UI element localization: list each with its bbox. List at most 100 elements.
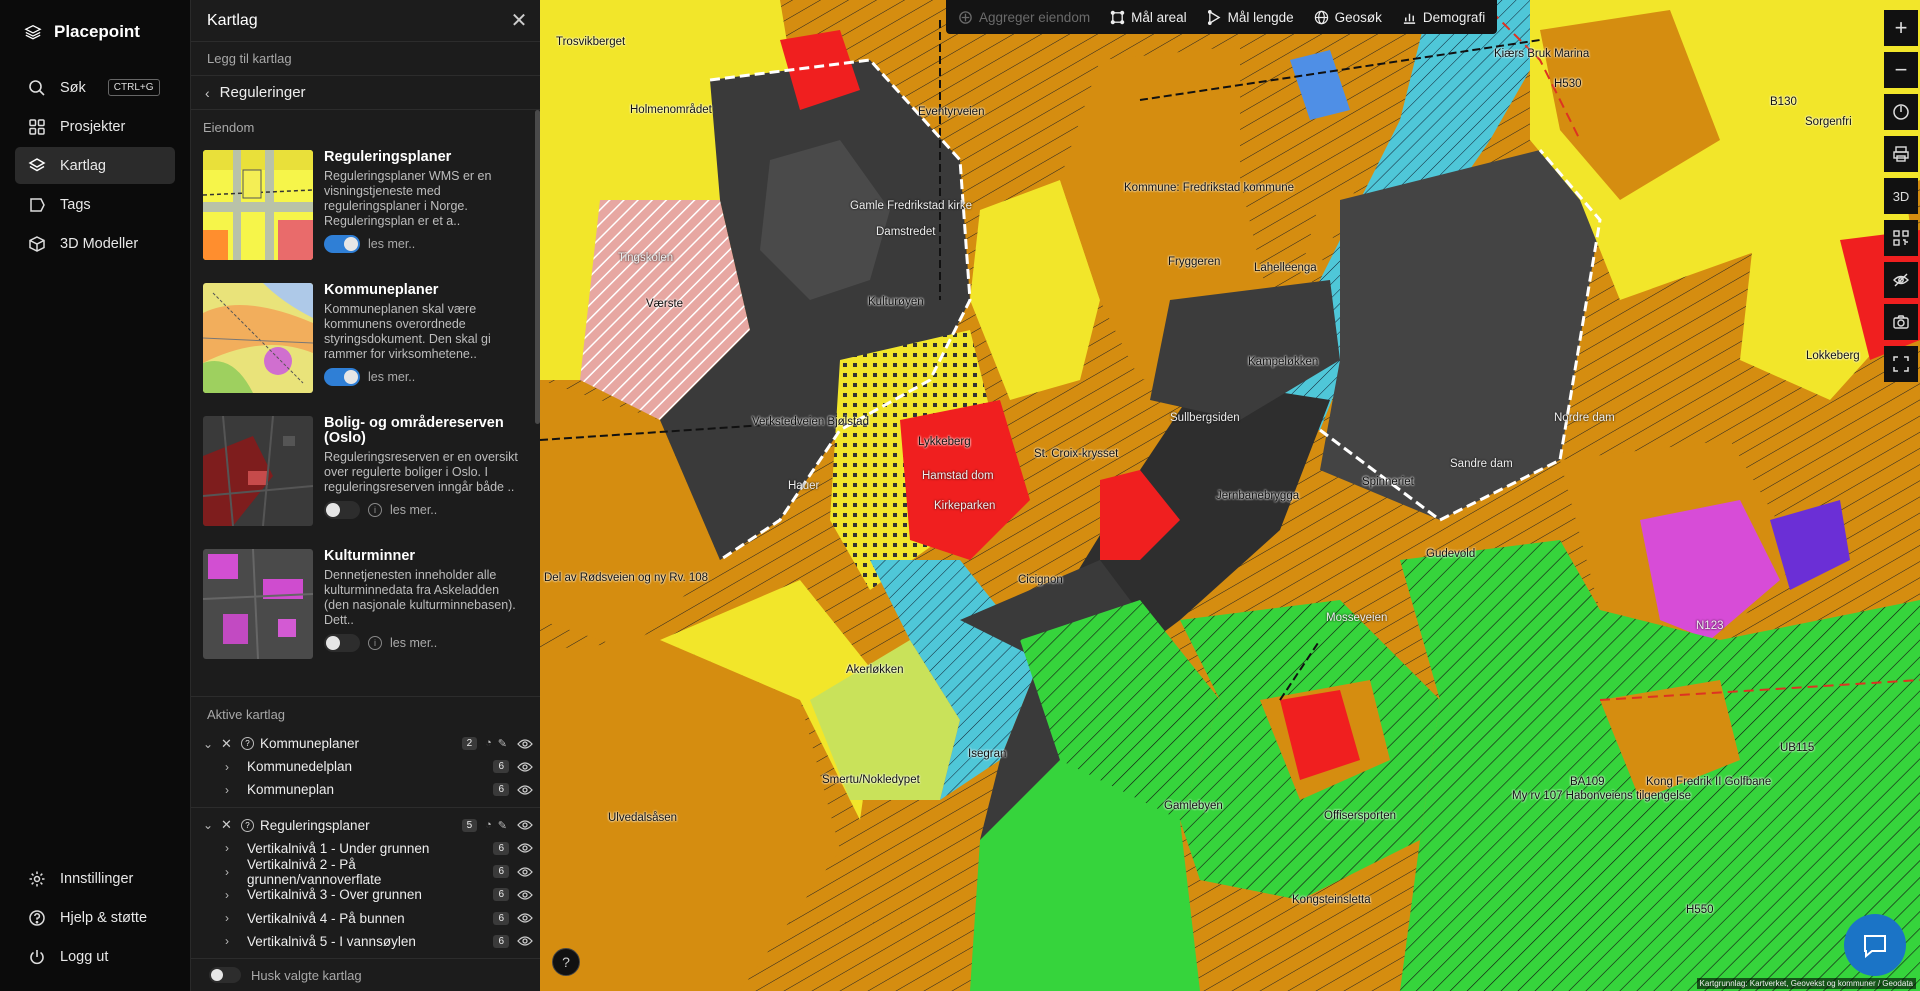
chevron-down-icon[interactable]: ⌄ bbox=[203, 737, 217, 751]
layer-card-reguleringsplaner[interactable]: Reguleringsplaner Reguleringsplaner WMS … bbox=[191, 144, 535, 277]
active-layer-row[interactable]: › Kommuneplan 6 bbox=[191, 778, 541, 801]
read-more-link[interactable]: les mer.. bbox=[368, 237, 415, 251]
map-label: Kulturøyen bbox=[868, 296, 924, 308]
layer-count-badge: 2 bbox=[461, 737, 478, 750]
palette-icon[interactable]: ◔ bbox=[485, 737, 492, 750]
nav-item-hjelp[interactable]: Hjelp & støtte bbox=[15, 899, 175, 936]
hide-layers-button[interactable] bbox=[1884, 262, 1918, 298]
nav-item-sok[interactable]: Søk CTRL+G bbox=[15, 69, 175, 106]
layer-toggle[interactable] bbox=[324, 501, 360, 519]
chat-button[interactable] bbox=[1844, 914, 1906, 976]
nav-item-prosjekter[interactable]: Prosjekter bbox=[15, 108, 175, 145]
map-label: Del av Rødsveien og ny Rv. 108 bbox=[544, 572, 709, 584]
active-layer-row[interactable]: › Vertikalnivå 4 - På bunnen 6 bbox=[191, 906, 541, 929]
map-label: Hamstad dom bbox=[922, 470, 994, 482]
geosearch-button[interactable]: Geosøk bbox=[1314, 10, 1382, 25]
read-more-link[interactable]: les mer.. bbox=[390, 503, 437, 517]
compass-button[interactable] bbox=[1884, 94, 1918, 130]
eye-icon[interactable] bbox=[517, 912, 533, 924]
brand[interactable]: Placepoint bbox=[24, 22, 140, 42]
3d-button[interactable]: 3D bbox=[1884, 178, 1918, 214]
edit-icon[interactable]: ✎ bbox=[498, 737, 507, 750]
info-icon[interactable]: ? bbox=[241, 737, 254, 750]
layer-toggle[interactable] bbox=[324, 368, 360, 386]
gear-icon bbox=[28, 870, 46, 888]
remove-icon[interactable]: ✕ bbox=[221, 817, 235, 833]
map-label: Trosvikberget bbox=[556, 36, 626, 48]
chevron-right-icon[interactable]: › bbox=[225, 865, 239, 879]
chevron-right-icon[interactable]: › bbox=[225, 911, 239, 925]
active-group-kommuneplaner[interactable]: ⌄ ✕ ? Kommuneplaner 2 ◔ ✎ bbox=[191, 732, 541, 755]
nav-item-3d-modeller[interactable]: 3D Modeller bbox=[15, 225, 175, 262]
map-help-button[interactable]: ? bbox=[552, 948, 580, 976]
info-icon[interactable]: i bbox=[368, 503, 382, 517]
layer-toggle[interactable] bbox=[324, 235, 360, 253]
map-label: Holmenområdet bbox=[630, 104, 712, 116]
layer-card-kommuneplaner[interactable]: Kommuneplaner Kommuneplanen skal være ko… bbox=[191, 277, 535, 410]
nav-item-kartlag[interactable]: Kartlag bbox=[15, 147, 175, 184]
add-layer-link[interactable]: Legg til kartlag bbox=[191, 42, 540, 76]
read-more-link[interactable]: les mer.. bbox=[368, 370, 415, 384]
eye-icon[interactable] bbox=[517, 784, 533, 796]
active-layer-row[interactable]: › Vertikalnivå 5 - I vannsøylen 6 bbox=[191, 930, 541, 953]
map-label: Isegran bbox=[968, 748, 1007, 760]
tool-label: Geosøk bbox=[1334, 9, 1382, 25]
layers-icon bbox=[28, 157, 46, 175]
remember-layers-row[interactable]: Husk valgte kartlag bbox=[191, 958, 541, 991]
map-label: H530 bbox=[1554, 78, 1582, 90]
measure-length-button[interactable]: Mål lengde bbox=[1207, 10, 1294, 25]
eye-icon[interactable] bbox=[517, 889, 533, 901]
remove-icon[interactable]: ✕ bbox=[221, 736, 235, 752]
print-button[interactable] bbox=[1884, 136, 1918, 172]
zoom-out-button[interactable]: − bbox=[1884, 52, 1918, 88]
edit-icon[interactable]: ✎ bbox=[498, 819, 507, 832]
screenshot-button[interactable] bbox=[1884, 304, 1918, 340]
eye-icon[interactable] bbox=[517, 842, 533, 854]
active-layer-row[interactable]: › Vertikalnivå 3 - Over grunnen 6 bbox=[191, 883, 541, 906]
map-label: Eventyrveien bbox=[918, 106, 985, 118]
cube-icon bbox=[28, 235, 46, 253]
map-label: BA109 bbox=[1570, 776, 1605, 788]
nav-item-innstillinger[interactable]: Innstillinger bbox=[15, 860, 175, 897]
map-canvas[interactable]: Trosvikberget Kiærs Bruk Marina H530 B13… bbox=[540, 0, 1920, 991]
chevron-right-icon[interactable]: › bbox=[225, 760, 239, 774]
palette-icon[interactable]: ◔ bbox=[485, 819, 492, 832]
active-layers-label: Aktive kartlag bbox=[207, 707, 286, 722]
fullscreen-button[interactable] bbox=[1884, 346, 1918, 382]
chevron-right-icon[interactable]: › bbox=[225, 934, 239, 948]
chevron-right-icon[interactable]: › bbox=[225, 888, 239, 902]
zoom-in-button[interactable]: + bbox=[1884, 10, 1918, 46]
chevron-right-icon[interactable]: › bbox=[225, 841, 239, 855]
tool-label: Demografi bbox=[1422, 9, 1486, 25]
layer-card-bolig-omradereserven[interactable]: Bolig- og områdereserven (Oslo) Reguleri… bbox=[191, 410, 535, 543]
compass-icon bbox=[1893, 104, 1909, 120]
eye-icon[interactable] bbox=[517, 935, 533, 947]
eye-icon[interactable] bbox=[517, 819, 533, 831]
aggregate-icon bbox=[959, 10, 972, 24]
active-group-reguleringsplaner[interactable]: ⌄ ✕ ? Reguleringsplaner 5 ◔ ✎ bbox=[191, 814, 541, 837]
chevron-down-icon[interactable]: ⌄ bbox=[203, 818, 217, 832]
tool-label: Aggreger eiendom bbox=[979, 9, 1091, 25]
layer-name: Vertikalnivå 4 - På bunnen bbox=[247, 910, 405, 926]
active-layer-row[interactable]: › Kommunedelplan 6 bbox=[191, 755, 541, 778]
demography-button[interactable]: Demografi bbox=[1402, 10, 1485, 25]
active-layer-row[interactable]: › Vertikalnivå 2 - På grunnen/vannoverfl… bbox=[191, 857, 541, 887]
eye-icon[interactable] bbox=[517, 738, 533, 750]
read-more-link[interactable]: les mer.. bbox=[390, 636, 437, 650]
back-button[interactable]: ‹ Reguleringer bbox=[191, 76, 540, 110]
info-icon[interactable]: i bbox=[368, 636, 382, 650]
close-icon[interactable]: ✕ bbox=[510, 11, 528, 31]
measure-area-button[interactable]: Mål areal bbox=[1110, 10, 1187, 25]
info-icon[interactable]: ? bbox=[241, 818, 254, 832]
nav-item-logg-ut[interactable]: Logg ut bbox=[15, 938, 175, 975]
nav-item-tags[interactable]: Tags bbox=[15, 186, 175, 223]
eye-icon[interactable] bbox=[517, 866, 533, 878]
chevron-right-icon[interactable]: › bbox=[225, 783, 239, 797]
eye-icon[interactable] bbox=[517, 761, 533, 773]
layer-card-kulturminner[interactable]: Kulturminner Dennetjenesten inneholder a… bbox=[191, 543, 535, 676]
aggregate-property-button[interactable]: Aggreger eiendom bbox=[958, 10, 1090, 25]
app-root: Placepoint Søk CTRL+G Prosjekter Kartlag… bbox=[0, 0, 1920, 991]
remember-toggle[interactable] bbox=[209, 967, 241, 983]
qr-button[interactable] bbox=[1884, 220, 1918, 256]
layer-toggle[interactable] bbox=[324, 634, 360, 652]
